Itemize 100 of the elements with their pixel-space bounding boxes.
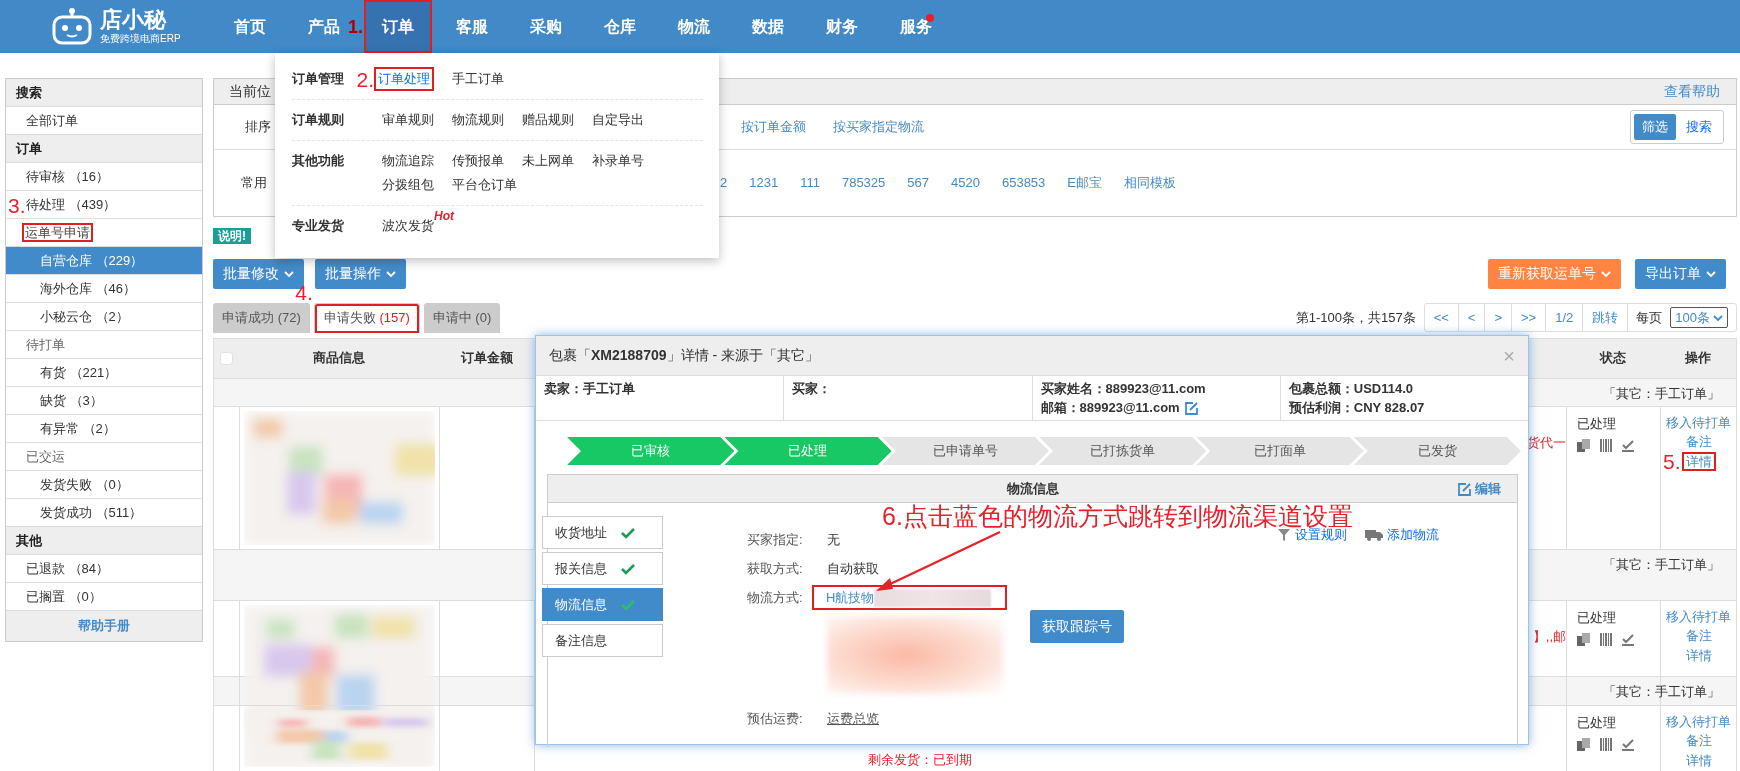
pagination-button[interactable]: << xyxy=(1424,303,1459,332)
tab[interactable]: 申请成功 (72) xyxy=(213,302,310,333)
nav-item[interactable]: 仓库 xyxy=(596,0,644,53)
sidebar-item[interactable]: 已退款 （84） xyxy=(6,555,202,583)
action-link[interactable]: 移入待打单 xyxy=(1662,412,1735,432)
tracking-button[interactable]: 获取跟踪号 xyxy=(1030,610,1124,643)
filter-option[interactable]: 相同模板 xyxy=(1124,173,1176,193)
sidebar-item[interactable]: 海外仓库 （46） xyxy=(6,275,202,303)
menu-link[interactable]: 自定导出 xyxy=(592,108,644,132)
pagination-button[interactable]: < xyxy=(1458,303,1486,332)
toggle-button[interactable]: 筛选 xyxy=(1634,114,1676,140)
filter-option[interactable]: 2 xyxy=(720,173,728,193)
menu-link[interactable]: 波次发货 xyxy=(382,214,434,238)
info-text: 卖家：手工订单 xyxy=(544,380,635,398)
menu-link[interactable]: 平台仓订单 xyxy=(452,173,517,197)
menu-link[interactable]: 手工订单 xyxy=(452,67,504,91)
sidebar-item[interactable]: 小秘云仓 （2） xyxy=(6,303,202,331)
info-text: 买家姓名：889923@11.com xyxy=(1040,380,1206,398)
action-button[interactable]: 导出订单 xyxy=(1635,258,1726,289)
sidebar-section-title: 其他 xyxy=(6,527,202,555)
robot-logo-icon xyxy=(50,6,94,47)
filter-option[interactable]: 567 xyxy=(907,173,929,193)
nav-item[interactable]: 物流 xyxy=(670,0,718,53)
menu-link[interactable]: 未上网单 xyxy=(522,149,574,173)
tab[interactable]: 申请中 (0) xyxy=(423,302,501,333)
nav-item[interactable]: 采购 xyxy=(522,0,570,53)
sidebar-item[interactable]: 运单号申请 xyxy=(6,219,202,247)
sort-option[interactable]: 按买家指定物流 xyxy=(833,117,924,137)
action-link[interactable]: 移入待打单 xyxy=(1662,711,1735,731)
pagination-button[interactable]: > xyxy=(1485,303,1513,332)
menu-link[interactable]: 物流追踪 xyxy=(382,149,434,173)
filter-option[interactable]: 4520 xyxy=(951,173,980,193)
side-tab[interactable]: 报关信息 xyxy=(542,552,663,585)
sidebar-item[interactable]: 待审核 （16） xyxy=(6,163,202,191)
action-link[interactable]: 详情 xyxy=(1681,750,1716,770)
filter-option[interactable]: E邮宝 xyxy=(1067,173,1102,193)
side-tab[interactable]: 收货地址 xyxy=(542,516,663,549)
side-tab[interactable]: 备注信息 xyxy=(542,624,663,657)
nav-item[interactable]: 首页 xyxy=(226,0,274,53)
filter-option[interactable]: 785325 xyxy=(841,173,886,193)
sidebar-item[interactable]: 缺货 （3） xyxy=(6,387,202,415)
menu-link[interactable]: 补录单号 xyxy=(592,149,644,173)
menu-link[interactable]: 分拨组包 xyxy=(382,173,434,197)
per-page-label: 每页 xyxy=(1635,308,1664,327)
logo-tagline: 免费跨境电商ERP xyxy=(100,34,181,44)
filter-option[interactable]: 1231 xyxy=(749,173,779,193)
sidebar-item[interactable]: 已交运 xyxy=(6,443,202,471)
help-link[interactable]: 帮助手册 xyxy=(6,611,202,641)
info-text: 包裹总额：USD114.0 xyxy=(1288,380,1413,398)
tab[interactable]: 申请失败 (157) xyxy=(313,302,420,333)
nav-item[interactable]: 服务 xyxy=(892,0,940,53)
shipping-cost-link[interactable]: 运费总览 xyxy=(827,708,879,729)
action-link[interactable]: 详情 xyxy=(1681,451,1716,471)
nav-item[interactable]: 数据 xyxy=(744,0,792,53)
annotation-number: 3. xyxy=(8,194,26,216)
per-page-select[interactable]: 100条 xyxy=(1670,306,1728,329)
help-link[interactable]: 查看帮助 xyxy=(1664,81,1720,102)
barcode-icon xyxy=(1600,633,1612,646)
action-link[interactable]: 移入待打单 xyxy=(1662,606,1735,626)
menu-link[interactable]: 赠品规则 xyxy=(522,108,574,132)
nav-item[interactable]: 客服 xyxy=(448,0,496,53)
action-link[interactable]: 备注 xyxy=(1681,626,1716,645)
sort-option[interactable]: 按订单金额 xyxy=(741,117,806,137)
sidebar-item[interactable]: 有货 （221） xyxy=(6,359,202,387)
field-label: 预估运费: xyxy=(747,709,804,728)
tool-link[interactable]: 添加物流 xyxy=(1365,525,1439,545)
action-link[interactable]: 备注 xyxy=(1681,432,1716,451)
progress-step: 已打面单 xyxy=(1196,437,1364,465)
menu-group-title: 订单规则 xyxy=(292,111,344,129)
logo-text: 店小秘 xyxy=(100,9,168,31)
side-tab[interactable]: 物流信息 xyxy=(542,588,663,621)
action-button[interactable]: 重新获取运单号 xyxy=(1488,258,1621,289)
nav-item[interactable]: 财务 xyxy=(818,0,866,53)
action-link[interactable]: 详情 xyxy=(1681,645,1716,665)
pagination-button[interactable]: >> xyxy=(1512,303,1547,332)
sidebar-item[interactable]: 自营仓库 （229） xyxy=(6,247,202,275)
filter-option[interactable]: 653853 xyxy=(1001,173,1046,193)
menu-link[interactable]: 传预报单 xyxy=(452,149,504,173)
sidebar-item[interactable]: 待打单 xyxy=(6,331,202,359)
edit-link[interactable]: 编辑 xyxy=(1457,479,1501,499)
order-status: 已处理 xyxy=(1577,713,1617,732)
sidebar-item[interactable]: 发货失败 （0） xyxy=(6,471,202,499)
menu-link[interactable]: 物流规则 xyxy=(452,108,504,132)
sidebar-item[interactable]: 有异常 （2） xyxy=(6,415,202,443)
select-all-checkbox[interactable] xyxy=(220,351,233,365)
pagination-button[interactable]: 跳转 xyxy=(1583,303,1629,332)
action-link[interactable]: 备注 xyxy=(1681,731,1716,750)
close-button[interactable]: × xyxy=(1503,340,1515,371)
dialog-title: 包裹「XM2188709」详情 - 来源于「其它」 xyxy=(549,346,819,365)
toggle-button[interactable]: 搜索 xyxy=(1678,114,1720,140)
nav-item[interactable]: 订单 xyxy=(364,0,432,53)
pagination-button[interactable]: 1/2 xyxy=(1546,303,1584,332)
filter-option[interactable]: 111 xyxy=(800,173,820,193)
menu-link[interactable]: 审单规则 xyxy=(382,108,434,132)
nav-item[interactable]: 产品 xyxy=(300,0,348,53)
menu-link[interactable]: 订单处理 xyxy=(374,67,434,91)
menu-group-title: 专业发货 xyxy=(292,217,344,235)
progress-step: 已申请单号 xyxy=(881,437,1049,465)
annotation-number: 1. xyxy=(348,17,363,36)
bulk-button[interactable]: 批量操作 xyxy=(315,258,406,289)
